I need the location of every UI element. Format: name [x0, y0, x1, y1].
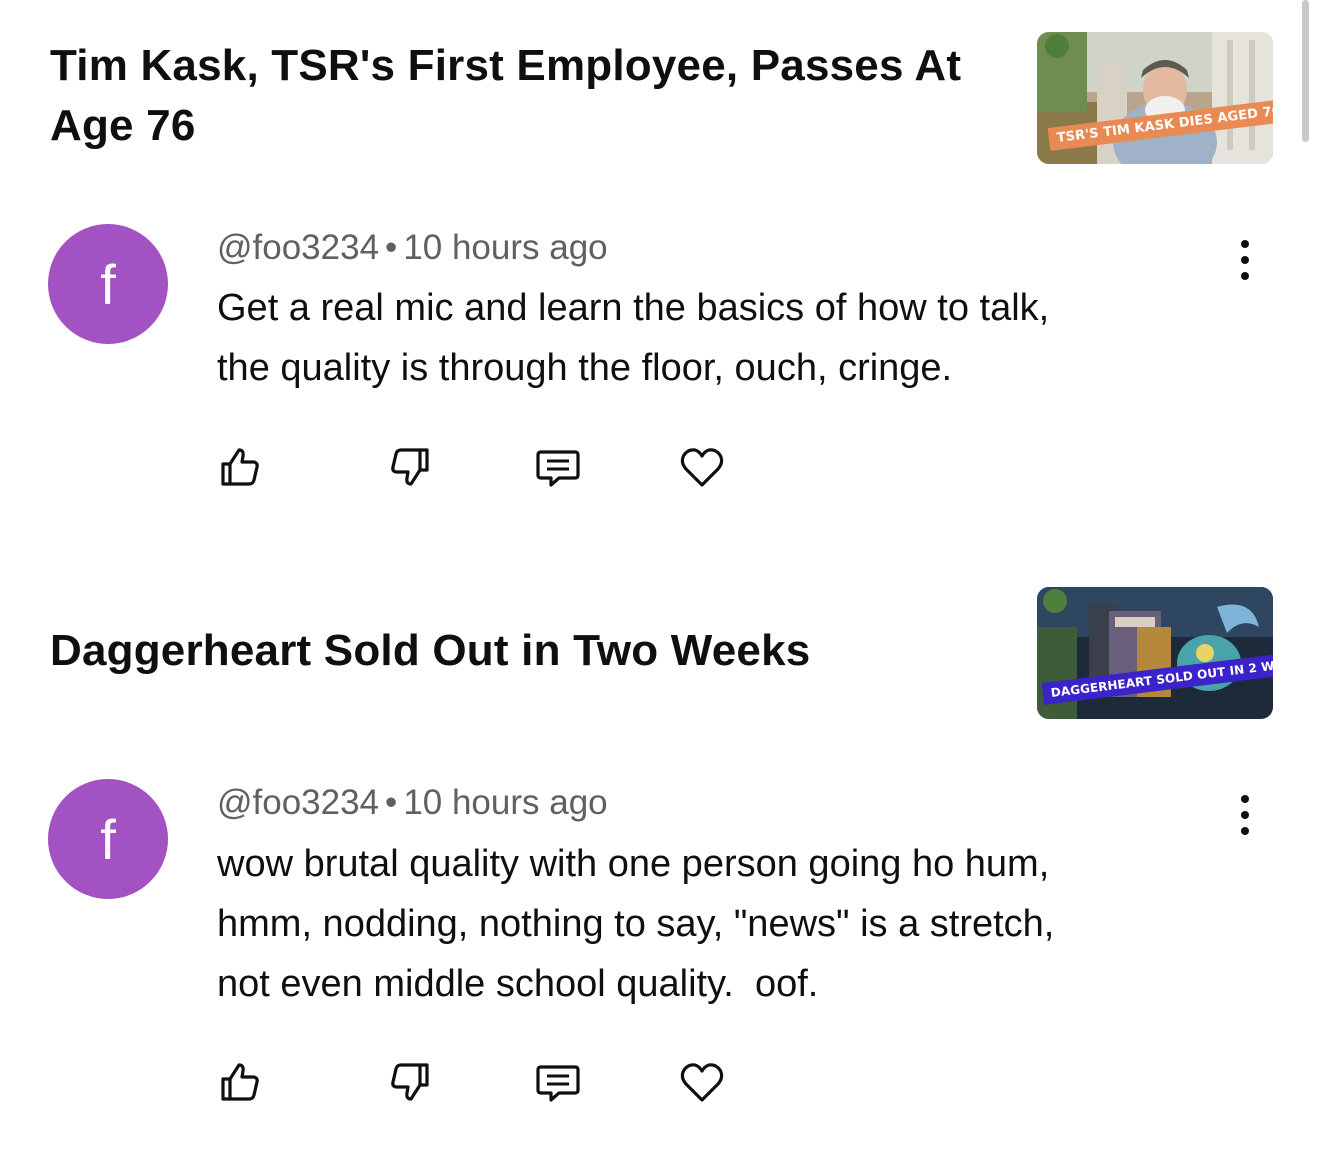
thumbs-down-icon — [391, 448, 429, 486]
comment-timestamp: 10 hours ago — [403, 228, 608, 267]
video-thumbnail[interactable]: DAGGERHEART SOLD OUT IN 2 WEEKS! — [1037, 587, 1273, 719]
comment-text: Get a real mic and learn the basics of h… — [217, 278, 1217, 398]
like-button[interactable] — [215, 442, 265, 492]
comment-icon — [536, 1065, 580, 1102]
scrollbar[interactable] — [1302, 0, 1309, 142]
meta-separator: • — [385, 228, 398, 267]
comment-meta: @foo3234 • 10 hours ago — [217, 226, 608, 270]
comment-text-line: not even middle school quality. oof. — [217, 963, 819, 1005]
heart-icon — [680, 1063, 724, 1102]
thumbs-up-icon — [221, 448, 259, 486]
avatar-letter: f — [100, 807, 116, 871]
heart-button[interactable] — [677, 442, 727, 492]
reply-button[interactable] — [533, 1057, 583, 1107]
meta-separator: • — [385, 783, 398, 822]
more-options-button[interactable] — [1228, 791, 1262, 839]
more-vertical-icon-dot — [1241, 811, 1249, 819]
comment-text-line: the quality is through the floor, ouch, … — [217, 347, 953, 389]
more-vertical-icon — [1241, 795, 1249, 803]
video-title[interactable]: Tim Kask, TSR's First Employee, Passes A… — [50, 36, 961, 156]
video-title[interactable]: Daggerheart Sold Out in Two Weeks — [50, 621, 810, 681]
heart-button[interactable] — [677, 1057, 727, 1107]
comment-text-line: hmm, nodding, nothing to say, "news" is … — [217, 903, 1055, 945]
video-title-line: Age 76 — [50, 101, 196, 150]
like-button[interactable] — [215, 1057, 265, 1107]
comment-text: wow brutal quality with one person going… — [217, 834, 1217, 1014]
comment-handle[interactable]: @foo3234 — [217, 783, 379, 822]
comment-timestamp: 10 hours ago — [403, 783, 608, 822]
more-vertical-icon-dot — [1241, 272, 1249, 280]
reply-button[interactable] — [533, 442, 583, 492]
thumbs-up-icon — [221, 1063, 259, 1101]
more-vertical-icon — [1241, 240, 1249, 248]
more-vertical-icon-dot — [1241, 256, 1249, 264]
heart-icon — [680, 448, 724, 487]
dislike-button[interactable] — [385, 1057, 435, 1107]
more-vertical-icon-dot — [1241, 827, 1249, 835]
video-thumbnail[interactable]: TSR'S TIM KASK DIES AGED 76 — [1037, 32, 1273, 164]
comment-text-line: Get a real mic and learn the basics of h… — [217, 287, 1050, 329]
dislike-button[interactable] — [385, 442, 435, 492]
avatar[interactable]: f — [48, 779, 168, 899]
comment-handle[interactable]: @foo3234 — [217, 228, 379, 267]
video-title-line: Tim Kask, TSR's First Employee, Passes A… — [50, 41, 962, 90]
thumbs-down-icon — [391, 1063, 429, 1101]
video-title-line: Daggerheart Sold Out in Two Weeks — [50, 626, 811, 675]
more-options-button[interactable] — [1228, 236, 1262, 284]
avatar-letter: f — [100, 252, 116, 316]
comment-meta: @foo3234 • 10 hours ago — [217, 781, 608, 825]
comment-text-line: wow brutal quality with one person going… — [217, 843, 1050, 885]
avatar[interactable]: f — [48, 224, 168, 344]
comment-icon — [536, 450, 580, 487]
